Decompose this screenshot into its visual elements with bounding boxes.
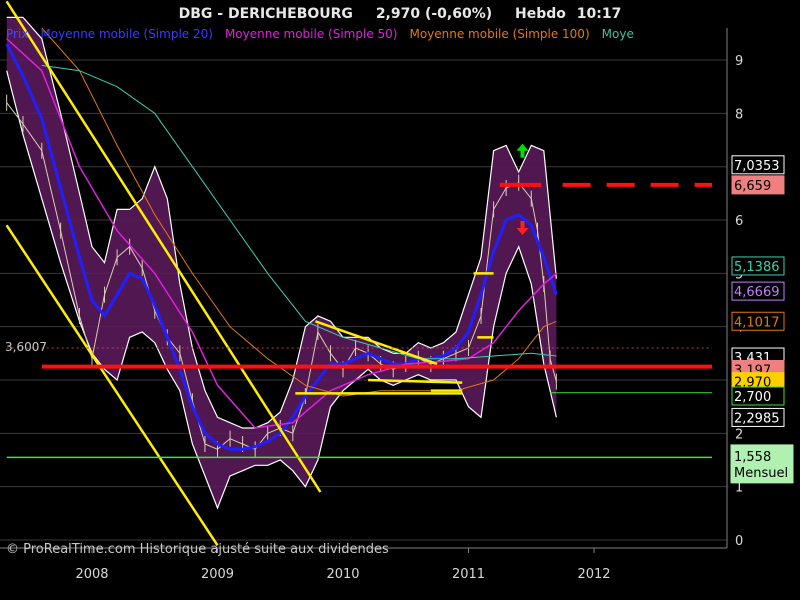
chart-header: DBG - DERICHEBOURG 2,970 (-0,60%) Hebdo … xyxy=(179,6,622,22)
header-period: Hebdo xyxy=(515,6,566,22)
x-tick-label: 2008 xyxy=(75,567,108,582)
y-tick-label: 2 xyxy=(735,427,743,442)
price-label-text[interactable]: 2,700 xyxy=(734,390,771,405)
price-label-text[interactable]: 4,6669 xyxy=(734,285,780,300)
legend[interactable]: Prix Moyenne mobile (Simple 20) Moyenne mo… xyxy=(6,27,634,41)
y-tick-label: 6 xyxy=(735,214,743,229)
legend-entry[interactable]: Moyenne mobile (Simple 50) xyxy=(225,27,398,41)
legend-entry[interactable]: Moye xyxy=(602,27,634,41)
legend-entry[interactable]: Prix xyxy=(6,27,28,41)
legend-entry[interactable]: Moyenne mobile (Simple 100) xyxy=(409,27,589,41)
price-label-text[interactable]: 5,1386 xyxy=(734,260,780,275)
footer-copyright: © ProRealTime.com Historique ajusté suit… xyxy=(6,542,389,557)
x-tick-label: 2012 xyxy=(577,567,610,582)
left-level-label: 3,6007 xyxy=(5,340,47,354)
header-time: 10:17 xyxy=(577,6,622,22)
mensuel-value[interactable]: 1,558 xyxy=(734,450,771,465)
header-symbol: DBG - DERICHEBOURG xyxy=(179,6,353,22)
y-tick-label: 0 xyxy=(735,534,743,549)
mensuel-period[interactable]: Mensuel xyxy=(734,466,788,481)
legend-entry[interactable]: Moyenne mobile (Simple 20) xyxy=(40,27,213,41)
x-tick-label: 2011 xyxy=(452,567,485,582)
x-tick-label: 2010 xyxy=(326,567,359,582)
price-label-text[interactable]: 4,1017 xyxy=(734,315,780,330)
price-label-text[interactable]: 7,0353 xyxy=(734,159,780,174)
y-tick-label: 9 xyxy=(735,54,743,69)
y-tick-label: 8 xyxy=(735,107,743,122)
price-label-text[interactable]: 2,2985 xyxy=(734,411,780,426)
x-tick-label: 2009 xyxy=(201,567,234,582)
header-quote: 2,970 (-0,60%) xyxy=(376,6,492,22)
chart-canvas: 0123456789 20082009201020112012 7,03536,… xyxy=(0,0,800,600)
price-label-text[interactable]: 6,659 xyxy=(734,179,771,194)
